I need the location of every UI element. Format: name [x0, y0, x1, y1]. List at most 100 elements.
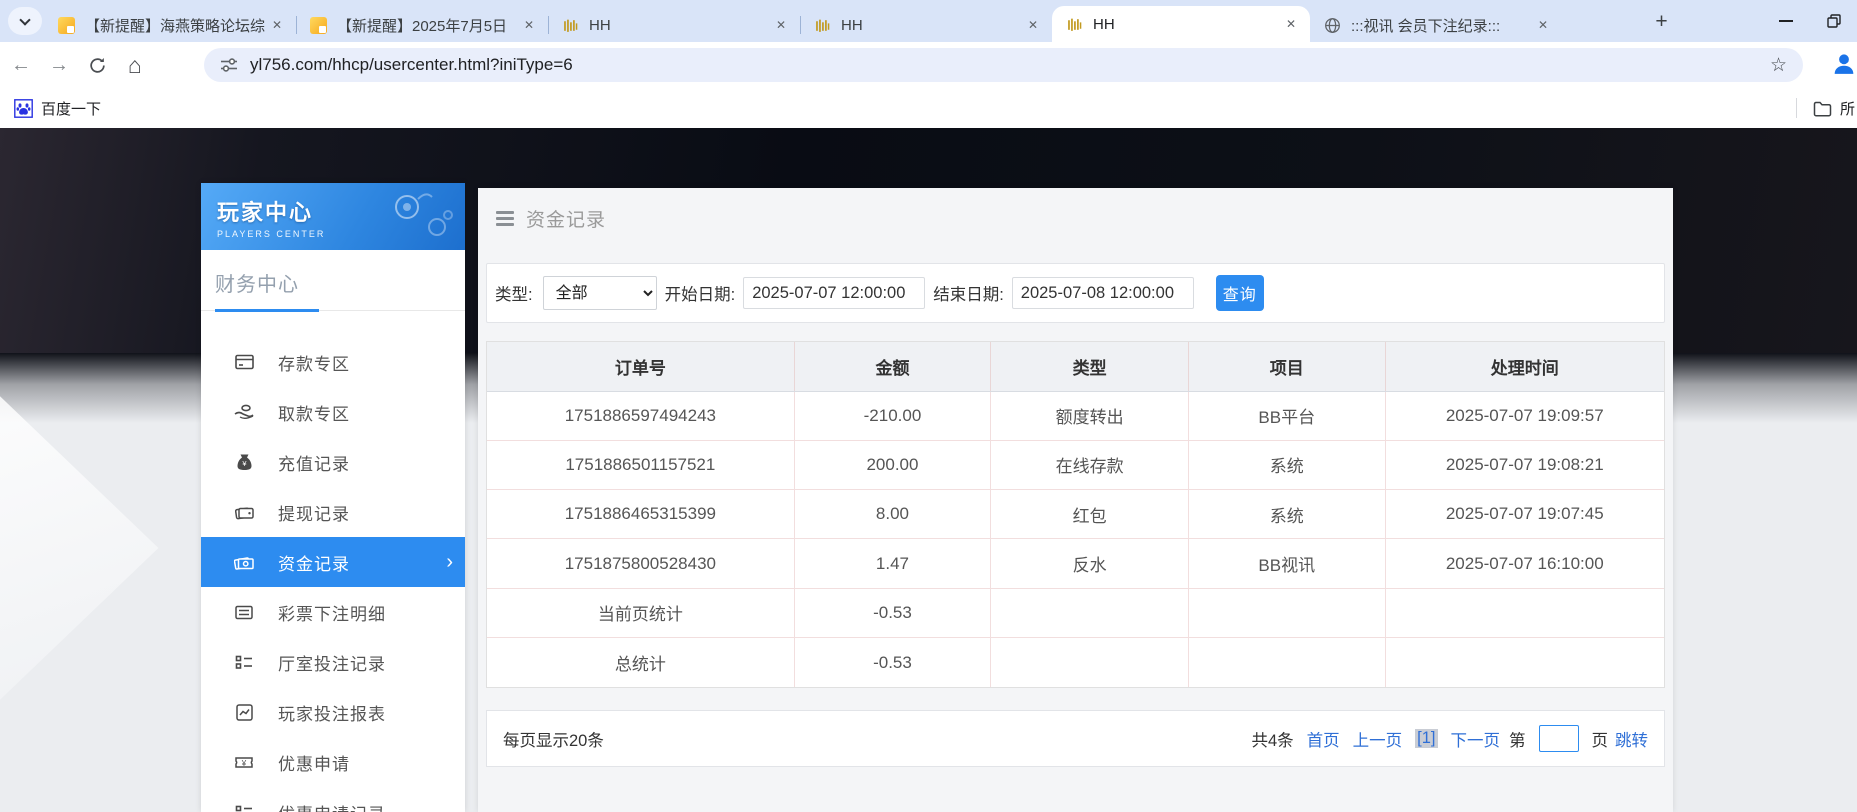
active-chevron-icon: ›	[446, 552, 453, 572]
cell-process-time: 2025-07-07 19:07:45	[1385, 490, 1664, 539]
cell-process-time: 2025-07-07 16:10:00	[1385, 539, 1664, 588]
start-date-input[interactable]	[743, 277, 925, 309]
col-type: 类型	[991, 342, 1189, 391]
next-page-link[interactable]: 下一页	[1451, 727, 1501, 751]
cell-order-no: 总统计	[487, 638, 794, 687]
close-icon[interactable]: ✕	[268, 16, 286, 34]
sidebar-item-recharge-records[interactable]: ¥ 充值记录	[201, 437, 465, 487]
page-title: 资金记录	[526, 205, 606, 232]
col-amount: 金额	[794, 342, 991, 391]
tab-forum-1[interactable]: 【新提醒】海燕策略论坛综 ✕	[44, 8, 296, 42]
sidebar-item-withdraw-zone[interactable]: 取款专区	[201, 387, 465, 437]
hh-favicon	[562, 17, 579, 34]
table-row-grand-total: 总统计 -0.53	[487, 638, 1664, 687]
sidebar-item-label: 厅室投注记录	[278, 650, 386, 675]
search-button[interactable]: 查询	[1216, 275, 1264, 311]
site-settings-icon[interactable]	[220, 56, 238, 74]
tab-search-button[interactable]	[8, 7, 42, 35]
tab-title: :::视讯 会员下注纪录:::	[1351, 15, 1534, 36]
coupon-icon: ¥	[234, 752, 254, 772]
funds-table: 订单号 金额 类型 项目 处理时间 1751886597494243 -210.…	[486, 341, 1665, 688]
browser-window: 【新提醒】海燕策略论坛综 ✕ 【新提醒】2025年7月5日 ✕ HH ✕ HH …	[0, 0, 1857, 812]
cell-type: 红包	[991, 490, 1189, 539]
current-page-indicator: [1]	[1415, 729, 1437, 748]
sidebar-item-promo-apply-records[interactable]: 优惠申请记录	[201, 787, 465, 812]
tab-video-records[interactable]: :::视讯 会员下注纪录::: ✕	[1310, 8, 1562, 42]
close-icon[interactable]: ✕	[520, 16, 538, 34]
sidebar-item-deposit-zone[interactable]: 存款专区	[201, 337, 465, 387]
per-page-label: 每页显示20条	[503, 727, 604, 751]
cell-order-no: 当前页统计	[487, 588, 794, 637]
cell-process-time	[1385, 638, 1664, 687]
tab-hh-2[interactable]: HH ✕	[800, 8, 1052, 42]
sidebar-item-label: 存款专区	[278, 350, 350, 375]
cell-amount: 8.00	[794, 490, 991, 539]
bookmark-baidu[interactable]: 百度一下	[14, 98, 101, 119]
sidebar-item-lottery-bet-details[interactable]: 彩票下注明细	[201, 587, 465, 637]
sidebar-item-label: 取款专区	[278, 400, 350, 425]
deposit-card-icon	[234, 352, 254, 372]
sidebar-item-label: 资金记录	[278, 550, 350, 575]
hand-coin-icon	[234, 402, 254, 422]
tab-title: 【新提醒】2025年7月5日	[337, 15, 520, 36]
cell-type	[991, 588, 1189, 637]
pagination-bar: 每页显示20条 共4条 首页 上一页 [1] 下一页 第 页 跳转	[486, 710, 1665, 767]
prev-page-link[interactable]: 上一页	[1353, 727, 1403, 751]
forum-favicon	[310, 17, 327, 34]
close-icon[interactable]: ✕	[1282, 15, 1300, 33]
jump-button[interactable]: 跳转	[1615, 727, 1648, 751]
sidebar-item-label: 彩票下注明细	[278, 600, 386, 625]
globe-icon	[1324, 17, 1341, 34]
bookmark-star-icon[interactable]: ☆	[1766, 54, 1791, 77]
cell-amount: -210.00	[794, 391, 991, 440]
table-row: 1751875800528430 1.47 反水 BB视讯 2025-07-07…	[487, 539, 1664, 588]
cell-type: 额度转出	[991, 391, 1189, 440]
cell-project	[1188, 588, 1385, 637]
restore-button[interactable]	[1827, 14, 1841, 28]
cell-project: 系统	[1188, 490, 1385, 539]
reload-button[interactable]	[80, 48, 114, 82]
all-bookmarks[interactable]: 所	[1796, 88, 1857, 128]
home-button[interactable]: ⌂	[118, 48, 152, 82]
moneybag-icon: ¥	[234, 452, 254, 472]
all-bookmarks-label: 所	[1840, 98, 1855, 119]
cell-project: BB平台	[1188, 391, 1385, 440]
tab-forum-2[interactable]: 【新提醒】2025年7月5日 ✕	[296, 8, 548, 42]
sidebar-item-hall-bet-records[interactable]: 厅室投注记录	[201, 637, 465, 687]
new-tab-button[interactable]: +	[1648, 8, 1675, 35]
tab-hh-1[interactable]: HH ✕	[548, 8, 800, 42]
jump-page-input[interactable]	[1539, 725, 1579, 752]
close-icon[interactable]: ✕	[1024, 16, 1042, 34]
tab-title: 【新提醒】海燕策略论坛综	[85, 15, 268, 36]
sidebar-item-player-bet-report[interactable]: 玩家投注报表	[201, 687, 465, 737]
end-date-input[interactable]	[1012, 277, 1194, 309]
hh-favicon	[1066, 16, 1083, 33]
page-header: 资金记录	[478, 188, 1673, 248]
start-date-label: 开始日期:	[665, 281, 736, 305]
profile-avatar[interactable]	[1830, 50, 1857, 78]
browser-toolbar: ← → ⌂ yl756.com/hhcp/usercenter.html?ini…	[0, 42, 1857, 88]
hamburger-icon	[496, 211, 514, 226]
table-row: 1751886597494243 -210.00 额度转出 BB平台 2025-…	[487, 391, 1664, 440]
sidebar-item-label: 提现记录	[278, 500, 350, 525]
type-select[interactable]: 全部	[543, 276, 657, 310]
close-icon[interactable]: ✕	[772, 16, 790, 34]
first-page-link[interactable]: 首页	[1307, 727, 1340, 751]
forward-button[interactable]: →	[42, 48, 76, 82]
close-icon[interactable]: ✕	[1534, 16, 1552, 34]
address-bar[interactable]: yl756.com/hhcp/usercenter.html?iniType=6…	[204, 48, 1803, 82]
sidebar-item-funds-records[interactable]: 资金记录 ›	[201, 537, 465, 587]
back-button[interactable]: ←	[4, 48, 38, 82]
sidebar-banner: 玩家中心 PLAYERS CENTER	[201, 183, 465, 250]
table-header-row: 订单号 金额 类型 项目 处理时间	[487, 342, 1664, 391]
minimize-button[interactable]	[1779, 20, 1793, 22]
tab-hh-active[interactable]: HH ✕	[1052, 6, 1310, 42]
url-text[interactable]: yl756.com/hhcp/usercenter.html?iniType=6	[250, 55, 1766, 75]
col-process-time: 处理时间	[1385, 342, 1664, 391]
sidebar-item-promo-apply[interactable]: ¥ 优惠申请	[201, 737, 465, 787]
hh-favicon	[814, 17, 831, 34]
end-date-label: 结束日期:	[933, 281, 1004, 305]
table-row-page-total: 当前页统计 -0.53	[487, 588, 1664, 637]
list-icon	[234, 602, 254, 622]
sidebar-item-withdrawal-records[interactable]: 提现记录	[201, 487, 465, 537]
